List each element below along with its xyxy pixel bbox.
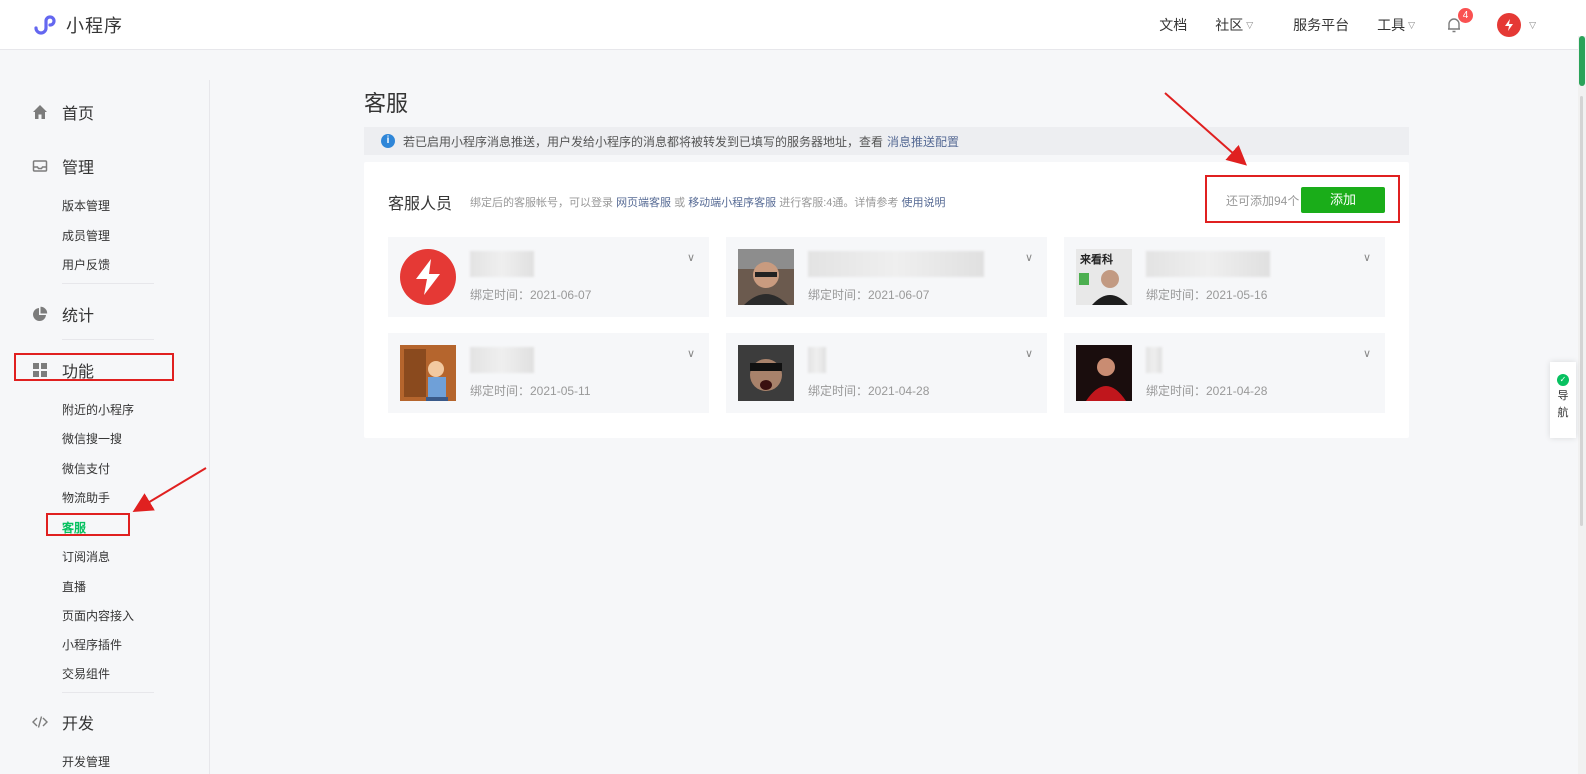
annotation-arrows bbox=[132, 92, 1247, 513]
annotation-arrow-customer-service bbox=[132, 467, 207, 513]
annotation-arrow-add bbox=[1164, 92, 1247, 166]
